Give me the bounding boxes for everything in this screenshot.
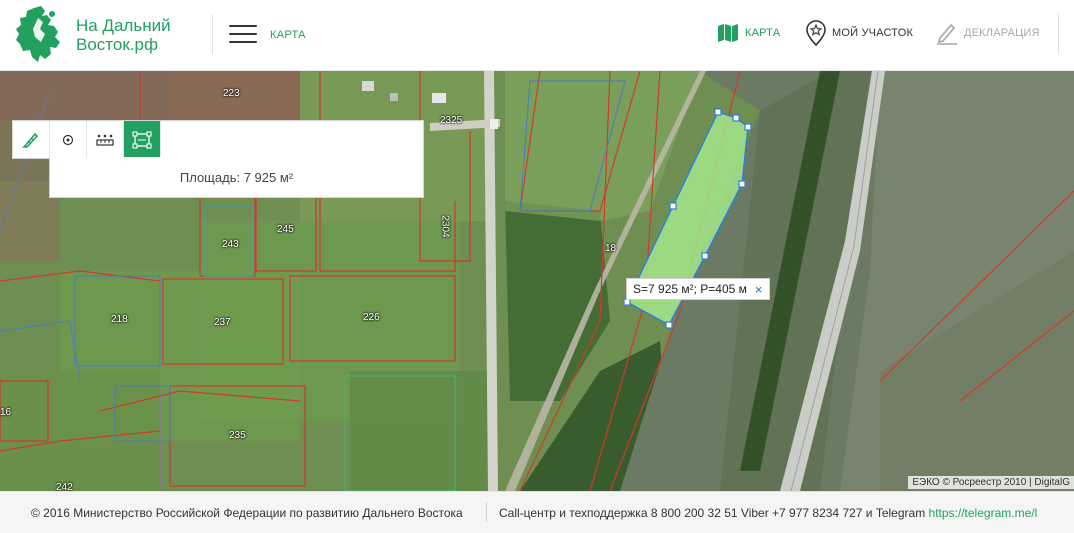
logo-line-2: Восток.рф xyxy=(76,35,158,54)
area-result-text: Площадь: 7 925 м² xyxy=(179,169,294,185)
tool-point-button[interactable] xyxy=(50,121,87,158)
parcel-label: 223 xyxy=(223,88,240,99)
map-attribution[interactable]: ЕЭКО © Росреестр 2010 | DigitalG xyxy=(908,476,1074,489)
logo-text[interactable]: На Дальний Восток.рф xyxy=(76,16,171,54)
footer: © 2016 Министерство Российской Федерации… xyxy=(0,491,1074,533)
point-icon xyxy=(62,134,74,145)
area-result-panel: Площадь: 7 925 м² xyxy=(49,157,424,198)
nav-map-label: КАРТА xyxy=(745,27,781,39)
parcel-label: 243 xyxy=(222,239,239,250)
logo-icon[interactable] xyxy=(14,4,66,64)
header-divider-right xyxy=(1058,14,1059,54)
footer-contacts-text: Call-центр и техподдержка 8 800 200 32 5… xyxy=(499,506,929,520)
measure-toolbar xyxy=(12,120,424,159)
map-icon xyxy=(718,24,738,42)
parcel-label: 242 xyxy=(56,482,73,491)
parcel-label: 226 xyxy=(363,312,380,323)
header-divider xyxy=(212,14,213,54)
measurement-label: S=7 925 м²; P=405 м × xyxy=(626,278,770,300)
area-measure-icon xyxy=(132,130,152,149)
parcel-label: 16 xyxy=(0,407,12,418)
parcel-label: 218 xyxy=(111,314,128,325)
parcel-label: 237 xyxy=(214,317,231,328)
nav-my-plot[interactable]: МОЙ УЧАСТОК xyxy=(806,20,913,46)
nav-declaration-label: ДЕКЛАРАЦИЯ xyxy=(964,27,1040,39)
nav-map[interactable]: КАРТА xyxy=(717,20,780,46)
parcel-label: 18 xyxy=(605,243,617,254)
nav-declaration[interactable]: ДЕКЛАРАЦИЯ xyxy=(936,20,1040,46)
menu-button[interactable] xyxy=(229,25,257,45)
tool-area-button[interactable] xyxy=(124,121,161,158)
menu-bar xyxy=(229,25,257,27)
header: На Дальний Восток.рф КАРТА КАРТА МОЙ УЧА… xyxy=(0,0,1074,71)
tool-draw-button[interactable] xyxy=(13,121,50,158)
menu-bar xyxy=(229,33,257,35)
measurement-text: S=7 925 м²; P=405 м xyxy=(633,282,747,296)
footer-copyright: © 2016 Министерство Российской Федерации… xyxy=(31,506,463,520)
footer-contacts: Call-центр и техподдержка 8 800 200 32 5… xyxy=(499,506,1037,520)
parcel-label: 2325 xyxy=(440,115,463,126)
tool-distance-button[interactable] xyxy=(87,121,124,158)
telegram-link[interactable]: https://telegram.me/l xyxy=(929,506,1038,520)
close-icon[interactable]: × xyxy=(755,283,763,296)
footer-divider xyxy=(486,502,487,522)
nav-my-plot-label: МОЙ УЧАСТОК xyxy=(832,27,914,39)
parcel-label: 245 xyxy=(277,224,294,235)
menu-label[interactable]: КАРТА xyxy=(270,29,306,41)
ruler-pencil-icon xyxy=(22,132,39,148)
menu-bar xyxy=(229,41,257,43)
logo-line-1: На Дальний xyxy=(76,16,171,35)
distance-icon xyxy=(96,134,114,146)
parcel-label: 2304 xyxy=(439,215,451,238)
pencil-icon xyxy=(937,23,957,45)
star-pin-icon xyxy=(806,20,826,46)
parcel-label: 235 xyxy=(229,430,246,441)
